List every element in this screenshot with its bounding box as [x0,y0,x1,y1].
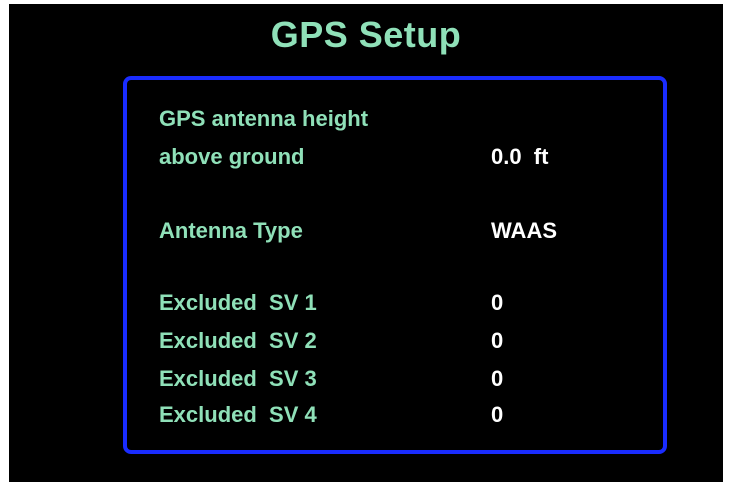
gps-setup-screen: GPS Setup GPS antenna height above groun… [9,4,723,482]
excluded-sv-4-label: Excluded SV 4 [159,402,317,427]
excluded-sv-1-label: Excluded SV 1 [159,290,317,315]
page-title: GPS Setup [270,14,462,55]
antenna-height-label-line1: GPS antenna height [159,106,369,131]
settings-panel: GPS antenna height above ground 0.0 ft A… [123,76,667,454]
antenna-type-value[interactable]: WAAS [491,218,557,244]
antenna-height-label-line2: above ground [159,144,305,169]
excluded-sv-2-label: Excluded SV 2 [159,328,317,353]
antenna-height-value[interactable]: 0.0 ft [491,144,548,170]
antenna-type-label: Antenna Type [159,218,303,243]
excluded-sv-3-label: Excluded SV 3 [159,366,317,391]
excluded-sv-1-value[interactable]: 0 [491,290,503,316]
excluded-sv-2-value[interactable]: 0 [491,328,503,354]
excluded-sv-4-value[interactable]: 0 [491,402,503,428]
excluded-sv-3-value[interactable]: 0 [491,366,503,392]
